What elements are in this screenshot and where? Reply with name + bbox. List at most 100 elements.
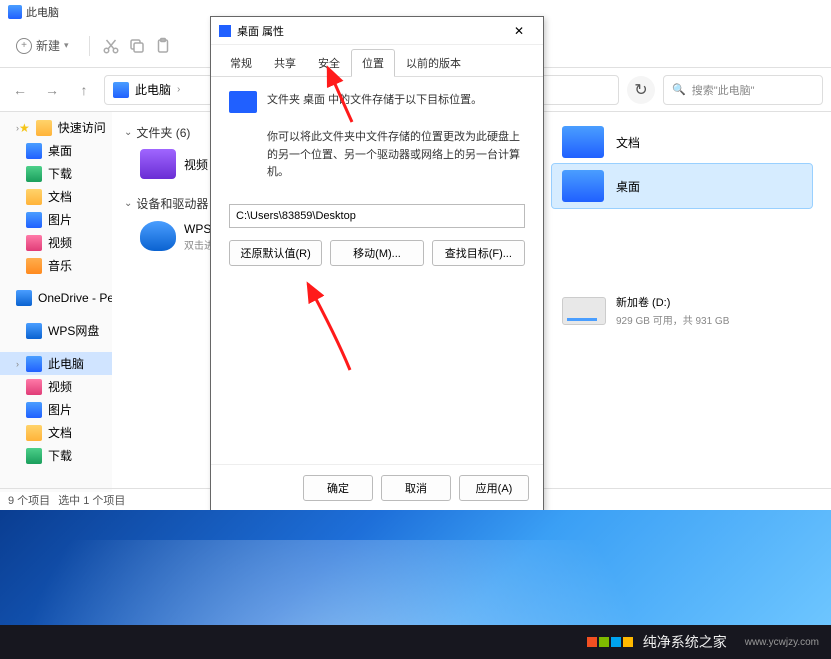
group-label: 设备和驱动器 [136,195,208,212]
restore-defaults-button[interactable]: 还原默认值(R) [229,240,322,266]
dialog-titlebar: 桌面 属性 ✕ [211,17,543,45]
folder-icon [26,323,42,339]
group-label: 文件夹 (6) [136,124,190,141]
pc-icon [8,5,22,19]
search-input[interactable]: 🔍 搜索"此电脑" [663,75,823,105]
tab[interactable]: 以前的版本 [395,49,472,76]
new-label: 新建 [36,37,60,54]
sidebar-label: WPS网盘 [48,322,99,339]
folder-icon [26,448,42,464]
folder-icon [219,25,231,37]
folder-icon [36,120,52,136]
dialog-body: 文件夹 桌面 中的文件存储于以下目标位置。 你可以将此文件夹中文件存储的位置更改… [211,77,543,464]
folder-icon [562,126,604,158]
folder-label: 桌面 [616,178,640,195]
back-button[interactable]: ← [8,78,32,102]
windows-logo-icon [611,637,633,647]
chevron-down-icon: ⌄ [124,198,132,209]
desktop-wallpaper [0,510,831,630]
folder-item[interactable]: 桌面 [552,164,812,208]
status-count: 9 个项目 [8,492,50,508]
plus-icon: + [16,38,32,54]
sidebar-item[interactable]: WPS网盘 [0,319,112,342]
tab[interactable]: 安全 [307,49,351,76]
dialog-title: 桌面 属性 [237,23,284,39]
folder-icon [26,356,42,372]
desktop-icon [229,91,257,113]
search-icon: 🔍 [672,83,686,96]
sidebar-label: OneDrive - Pers [38,291,112,305]
sidebar-label: 下载 [48,165,72,182]
sidebar-item[interactable]: OneDrive - Pers [0,287,112,309]
windows-logo-icon [587,637,609,647]
sidebar-item[interactable]: 视频 [0,375,112,398]
folder-icon [26,425,42,441]
folder-icon [140,149,176,179]
star-icon: ★ [19,121,30,135]
sidebar-item[interactable]: 视频 [0,231,112,254]
sidebar-item[interactable]: 下载 [0,444,112,467]
folder-icon [26,258,42,274]
find-target-button[interactable]: 查找目标(F)... [432,240,525,266]
cloud-icon [140,221,176,251]
button-row: 还原默认值(R) 移动(M)... 查找目标(F)... [229,240,525,266]
ok-button[interactable]: 确定 [303,475,373,501]
folder-icon [562,170,604,202]
folder-item[interactable]: 文档 [552,120,812,164]
drive-icon [562,297,606,325]
folder-icon [26,143,42,159]
separator [89,36,90,56]
sidebar-item[interactable]: 桌面 [0,139,112,162]
tab[interactable]: 共享 [263,49,307,76]
properties-dialog: 桌面 属性 ✕ 常规共享安全位置以前的版本 文件夹 桌面 中的文件存储于以下目标… [210,16,544,512]
sidebar-item[interactable]: ›★快速访问 [0,116,112,139]
drive-item[interactable]: 新加卷 (D:) 929 GB 可用，共 931 GB [552,288,812,333]
sidebar-label: 快速访问 [58,119,106,136]
sidebar-label: 此电脑 [48,355,84,372]
tabs: 常规共享安全位置以前的版本 [211,45,543,77]
sidebar-label: 音乐 [48,257,72,274]
paste-icon[interactable] [154,37,172,55]
search-placeholder: 搜索"此电脑" [692,82,755,98]
info-row: 文件夹 桌面 中的文件存储于以下目标位置。 [229,91,525,113]
forward-button[interactable]: → [40,78,64,102]
status-selected: 选中 1 个项目 [58,492,125,508]
chevron-right-icon: › [177,84,180,95]
cancel-button[interactable]: 取消 [381,475,451,501]
sidebar-item[interactable]: 文档 [0,421,112,444]
right-column: 文档桌面 新加卷 (D:) 929 GB 可用，共 931 GB [552,120,812,333]
tab[interactable]: 位置 [351,49,395,77]
breadcrumb-text: 此电脑 [135,81,171,98]
sidebar-label: 文档 [48,424,72,441]
sidebar-label: 视频 [48,378,72,395]
copy-icon[interactable] [128,37,146,55]
tab[interactable]: 常规 [219,49,263,76]
dialog-footer: 确定取消应用(A) [211,464,543,511]
new-button[interactable]: + 新建 ▾ [8,33,77,58]
folder-icon [26,402,42,418]
watermark-url: www.ycwjzy.com [745,637,819,648]
chevron-down-icon: ⌄ [124,127,132,138]
sidebar-label: 视频 [48,234,72,251]
sidebar-item[interactable]: 文档 [0,185,112,208]
watermark-bar: 纯净系统之家 www.ycwjzy.com [0,625,831,659]
apply-button[interactable]: 应用(A) [459,475,529,501]
path-input[interactable] [229,204,525,228]
sidebar-label: 图片 [48,401,72,418]
sidebar-item[interactable]: 下载 [0,162,112,185]
sidebar-item[interactable]: 音乐 [0,254,112,277]
sidebar-label: 图片 [48,211,72,228]
folder-icon [26,379,42,395]
cut-icon[interactable] [102,37,120,55]
sidebar-item[interactable]: 图片 [0,208,112,231]
sidebar-item[interactable]: 图片 [0,398,112,421]
folder-icon [16,290,32,306]
close-button[interactable]: ✕ [503,20,535,42]
sidebar-label: 下载 [48,447,72,464]
info-line: 文件夹 桌面 中的文件存储于以下目标位置。 [267,91,482,107]
folder-label: 文档 [616,134,640,151]
sidebar-item[interactable]: ›此电脑 [0,352,112,375]
move-button[interactable]: 移动(M)... [330,240,423,266]
refresh-button[interactable]: ↻ [627,76,655,104]
up-button[interactable]: ↑ [72,78,96,102]
